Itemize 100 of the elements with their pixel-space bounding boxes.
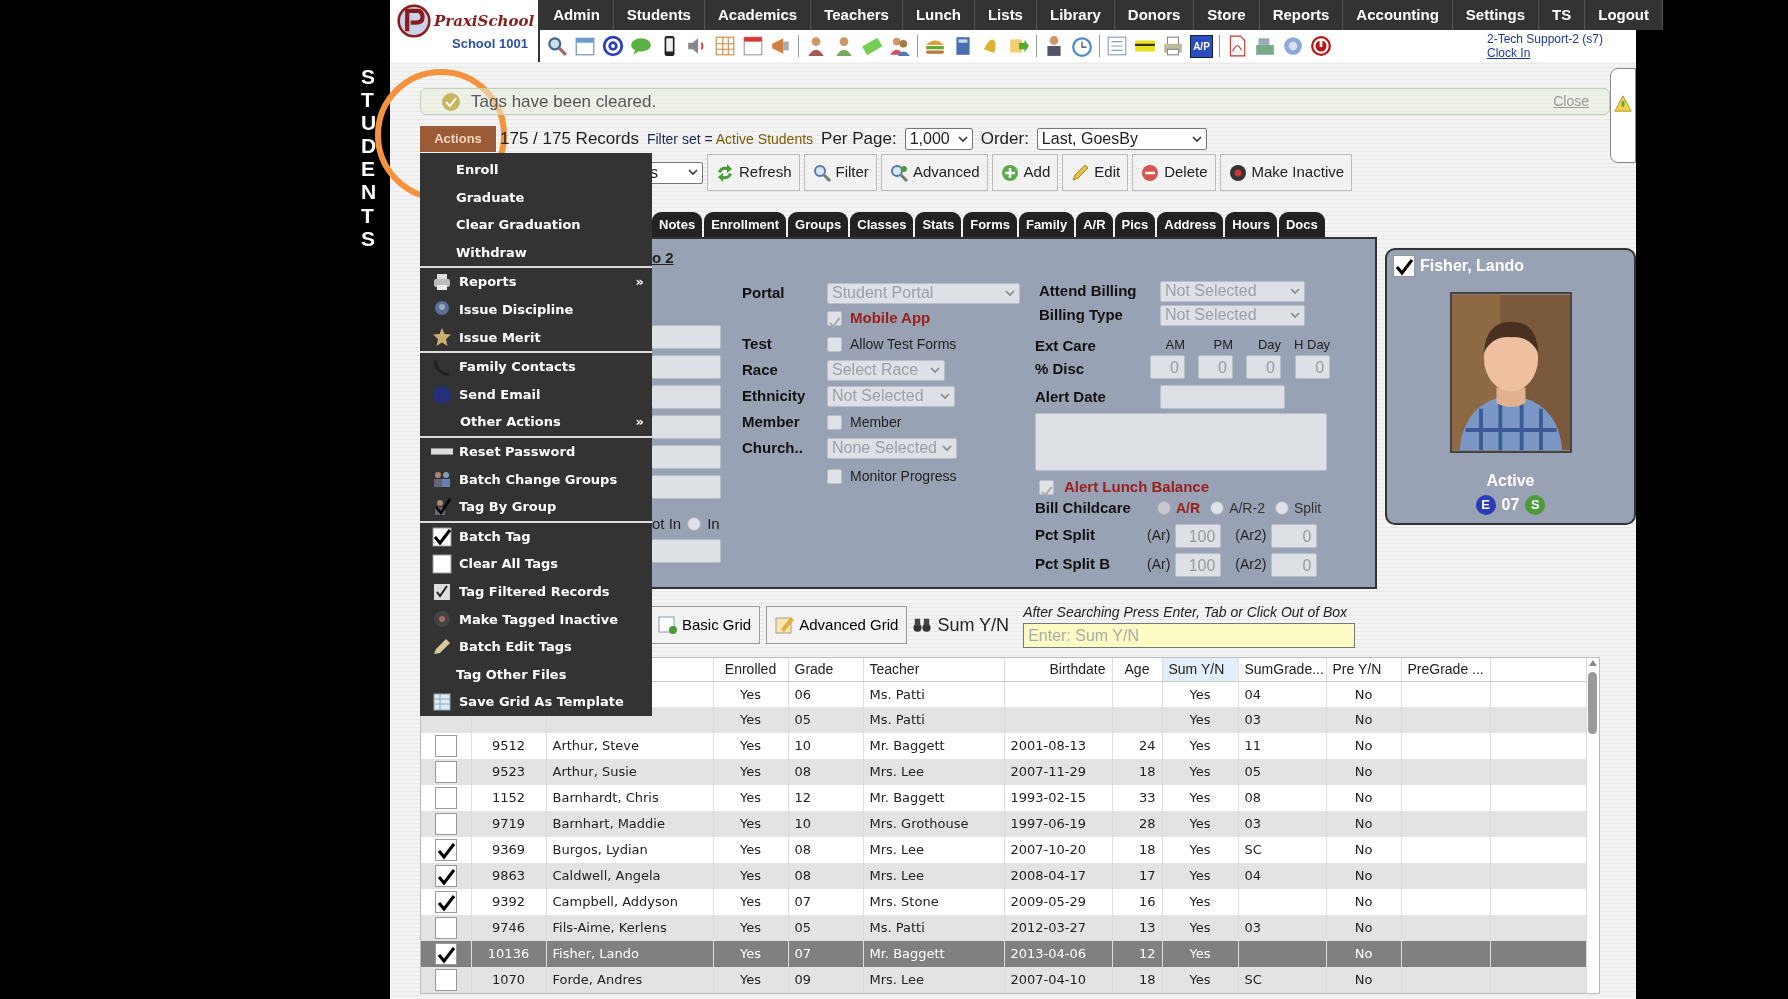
text-field[interactable]: [652, 539, 721, 563]
tab[interactable]: Notes: [652, 212, 703, 237]
table-row[interactable]: 10136 Fisher, Lando Yes 07 Mr. Baggett 2013-04-06 12 Yes No: [421, 941, 1586, 967]
menu-item[interactable]: Tag By Group: [420, 493, 652, 521]
menu-item[interactable]: Clear All Tags: [420, 550, 652, 578]
tag-checkbox[interactable]: [1393, 255, 1415, 277]
nav-item[interactable]: Logout: [1585, 0, 1664, 30]
text-field[interactable]: [652, 414, 721, 439]
nav-item[interactable]: Teachers: [811, 0, 903, 30]
order-select[interactable]: Last, GoesBy: [1036, 128, 1207, 150]
tag-checkbox[interactable]: [434, 969, 457, 991]
text-field[interactable]: [652, 384, 721, 409]
nav-item[interactable]: Library: [1036, 0, 1115, 30]
text-field[interactable]: [652, 324, 721, 349]
scroll-up-icon[interactable]: [1586, 658, 1599, 668]
menu-item[interactable]: Graduate: [420, 183, 652, 212]
menu-item[interactable]: Batch Tag: [420, 522, 652, 551]
nav-item[interactable]: Students: [613, 0, 705, 30]
clock-in-link[interactable]: Clock In: [1486, 46, 1531, 60]
table-row[interactable]: 9863 Caldwell, Angela Yes 08 Mrs. Lee 2008-04-17 17 Yes 04 No: [421, 863, 1586, 889]
ap-icon[interactable]: A/P: [1190, 34, 1213, 58]
power-icon[interactable]: [1309, 35, 1332, 57]
search-icon[interactable]: [546, 35, 569, 57]
column-header[interactable]: Sum Y/N: [1162, 658, 1238, 681]
toolbar-button[interactable]: Delete: [1132, 154, 1216, 191]
menu-item[interactable]: Withdraw: [420, 238, 652, 267]
tab[interactable]: Forms: [963, 212, 1017, 237]
radio-button[interactable]: [687, 516, 702, 531]
menu-item[interactable]: Send Email: [420, 380, 652, 409]
calendar-icon[interactable]: [574, 35, 597, 57]
tag-checkbox[interactable]: [434, 761, 457, 783]
tab[interactable]: Address: [1157, 212, 1224, 237]
nav-item[interactable]: Academics: [704, 0, 812, 30]
nav-item[interactable]: Admin: [540, 0, 614, 30]
tag-checkbox[interactable]: [434, 865, 457, 887]
chat-icon[interactable]: [630, 35, 653, 57]
menu-item[interactable]: Reports »: [420, 268, 652, 296]
checkbox[interactable]: [827, 310, 842, 326]
radio-button[interactable]: [1274, 501, 1289, 515]
tag-checkbox[interactable]: [434, 787, 457, 809]
tag-checkbox[interactable]: [434, 839, 457, 861]
nav-item[interactable]: Store: [1194, 0, 1260, 30]
menu-item[interactable]: Other Actions »: [420, 408, 652, 436]
actions-button[interactable]: Actions: [420, 126, 496, 152]
tag-checkbox[interactable]: [434, 943, 457, 965]
tab[interactable]: Enrollment: [704, 212, 787, 237]
menu-item[interactable]: Tag Other Files: [420, 660, 652, 689]
menu-item[interactable]: Reset Password: [420, 437, 652, 466]
table-row[interactable]: 9746 Fils-Aime, Kerlens Yes 05 Ms. Patti 2012-03-27 13 Yes 03 No: [421, 915, 1586, 941]
column-header[interactable]: Teacher: [863, 658, 1004, 681]
table-row[interactable]: 1070 Forde, Andres Yes 09 Mrs. Lee 2007-04-10 18 Yes SC No: [421, 967, 1586, 993]
clock-icon[interactable]: [1071, 35, 1094, 57]
menu-item[interactable]: Family Contacts: [420, 353, 652, 381]
table-row[interactable]: 9523 Arthur, Susie Yes 08 Mrs. Lee 2007-11-29 18 Yes 05 No: [421, 759, 1586, 785]
table-row[interactable]: 9719 Barnhart, Maddie Yes 10 Mrs. Grothouse 1997-06-19 28 Yes 03 No: [421, 811, 1586, 837]
search-field[interactable]: Enter: Sum Y/N: [1023, 623, 1356, 648]
column-header[interactable]: Age: [1112, 658, 1162, 681]
nav-item[interactable]: Reports: [1259, 0, 1344, 30]
toolbar-button[interactable]: Edit: [1062, 154, 1129, 191]
per-page-select[interactable]: 1,000: [904, 128, 973, 150]
column-header[interactable]: PreGrade ...: [1401, 658, 1490, 681]
nav-item[interactable]: Lunch: [902, 0, 975, 30]
column-header[interactable]: Grade: [788, 658, 863, 681]
checkbox[interactable]: [1039, 479, 1054, 495]
menu-item[interactable]: Make Tagged Inactive: [420, 605, 652, 634]
cash-register-icon[interactable]: [1253, 35, 1276, 57]
toolbar-button[interactable]: Advanced: [880, 154, 988, 191]
menu-item[interactable]: Batch Change Groups: [420, 465, 652, 494]
tab[interactable]: Docs: [1278, 212, 1325, 237]
scrollbar-thumb[interactable]: [1588, 672, 1598, 734]
tag-checkbox[interactable]: [434, 917, 457, 939]
grid-button[interactable]: Advanced Grid: [766, 606, 908, 644]
list-icon[interactable]: [1106, 35, 1129, 57]
calendar-icon[interactable]: [742, 35, 765, 57]
toolbar-button[interactable]: Add: [991, 154, 1059, 191]
tab-link[interactable]: o 2: [652, 247, 740, 270]
radio-button[interactable]: [1157, 501, 1171, 515]
tag-checkbox[interactable]: [434, 735, 457, 757]
nav-item[interactable]: Accounting: [1343, 0, 1453, 30]
column-header[interactable]: Pre Y/N: [1326, 658, 1401, 681]
tab[interactable]: Pics: [1114, 212, 1156, 237]
menu-item[interactable]: Issue Discipline: [420, 295, 652, 324]
people-icon[interactable]: [889, 35, 912, 57]
column-header[interactable]: Birthdate: [1004, 658, 1112, 681]
tab[interactable]: Classes: [850, 212, 914, 237]
column-header[interactable]: Enrolled: [713, 658, 788, 681]
menu-item[interactable]: Clear Graduation: [420, 211, 652, 239]
column-header[interactable]: SumGrade...: [1238, 658, 1326, 681]
menu-item[interactable]: Tag Filtered Records: [420, 577, 652, 606]
text-field[interactable]: [652, 474, 721, 499]
tag-checkbox[interactable]: [434, 813, 457, 835]
tab[interactable]: Stats: [915, 212, 962, 237]
grid-button[interactable]: Basic Grid: [649, 606, 761, 644]
tab[interactable]: Family: [1018, 212, 1075, 237]
tab[interactable]: Groups: [788, 212, 849, 237]
text-field[interactable]: [652, 354, 721, 379]
nav-item[interactable]: Donors: [1114, 0, 1195, 30]
checkbox[interactable]: [827, 336, 842, 352]
text-field[interactable]: [652, 444, 721, 469]
checkbox[interactable]: [827, 468, 842, 484]
